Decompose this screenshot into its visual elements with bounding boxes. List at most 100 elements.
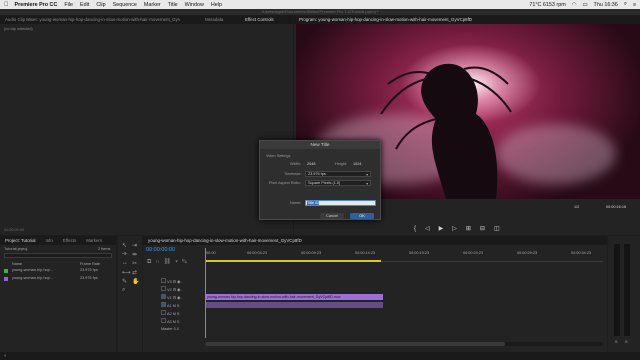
project-panel: Project: Tutorial Info Effects Markers T… [0,236,116,352]
sequence-color-label [4,277,8,281]
transport-controls[interactable]: {◁▶▷⊞⊟◫ [414,225,509,232]
tab-effects[interactable]: Effects [58,236,81,245]
work-area-bar[interactable] [205,260,381,262]
track-select-tool-icon[interactable]: ⇥ [132,242,140,249]
track-v1[interactable]: V1 ⊟ ◉ [161,294,180,300]
apple-icon[interactable]:  [4,2,9,8]
source-timecode: 00:00:00:00 [4,228,25,232]
solo-right-button[interactable]: S [625,340,628,344]
linked-selection-icon[interactable]: ⛓ [164,259,176,265]
step-forward-icon[interactable]: ▷ [452,226,466,232]
timeline-scrollbar[interactable] [205,342,603,346]
list-item-fps: 23.976 fps [80,268,98,272]
pen-tool-icon[interactable]: ✎ [122,278,130,285]
track-a2[interactable]: A2 M S [161,310,179,316]
clip-color-label [4,269,8,273]
track-a3[interactable]: A3 M S [161,318,179,324]
timeline-timecode[interactable]: 00:00:00:00 [146,247,175,253]
insert-icon[interactable]: ⊞ [466,226,480,232]
settings-icon[interactable]: ✎ [182,259,191,265]
overwrite-icon[interactable]: ⊟ [480,226,494,232]
playhead[interactable] [205,248,206,338]
meter-right [624,244,630,336]
status-bar: ◐ [0,352,640,360]
solo-left-button[interactable]: S [615,340,618,344]
rate-stretch-tool-icon[interactable]: ↔ [122,260,130,267]
audio-clip[interactable] [205,302,383,308]
no-clip-label: (no clip selected) [4,27,33,31]
program-resolution[interactable]: 1/2 [574,205,579,209]
height-label: Height: [335,162,348,166]
cancel-button[interactable]: Cancel [320,213,344,219]
battery-icon[interactable]: ▭ [582,2,587,8]
list-item[interactable]: young-woman-hip-hop... [12,268,53,272]
ripple-edit-tool-icon[interactable]: ⟛ [122,251,130,258]
column-name[interactable]: Name [12,262,22,266]
wifi-icon[interactable]: ◠ [572,2,577,8]
play-icon[interactable]: ▶ [439,226,453,232]
dialog-title: New Title [260,141,380,149]
column-frame-rate[interactable]: Frame Rate [80,262,100,266]
tab-effect-controls[interactable]: Effect Controls [240,15,279,24]
meter-left [614,244,620,336]
clock[interactable]: Thu 16:36 [594,2,618,8]
width-field[interactable]: 2048 [307,162,315,166]
app-menu[interactable]: Premiere Pro CC [15,2,58,8]
render-status-icon[interactable]: ◐ [4,353,7,359]
pixel-aspect-ratio-select[interactable]: Square Pixels (1.0) ▾ [305,180,371,186]
program-duration: 00:00:16:16 [606,205,627,209]
tab-project[interactable]: Project: Tutorial [0,236,41,245]
menu-help[interactable]: Help [211,2,222,8]
list-item-fps: 23.976 fps [80,276,98,280]
track-a1[interactable]: A1 M S [161,302,179,308]
tools-panel: ↖ ⇥ ⟛ ⇹ ↔ ✂ ⟷ ⇄ ✎ ✋ ⌕ [118,236,142,352]
project-search-input[interactable] [4,253,112,258]
menu-file[interactable]: File [64,2,73,8]
tab-metadata[interactable]: Metadata [200,15,228,24]
camera-icon[interactable]: ◫ [494,226,509,232]
master-track[interactable]: Master 0.0 [161,327,179,331]
menu-edit[interactable]: Edit [80,2,89,8]
tab-program[interactable]: Program: young-woman-hip-hop-dancing-in-… [294,15,477,24]
chevron-down-icon: ▾ [366,173,368,177]
height-field[interactable]: 1024 [353,162,361,166]
menu-sequence[interactable]: Sequence [113,2,137,8]
audio-meters: S S [608,236,640,352]
tab-audio-clip-mixer[interactable]: Audio Clip Mixer: young-woman-hip-hop-da… [0,15,180,24]
track-headers: V3 ⊟ ◉ V2 ⊟ ◉ V1 ⊟ ◉ A1 M S A2 M S A3 M … [161,277,201,331]
rolling-edit-tool-icon[interactable]: ⇹ [132,251,140,258]
item-count: 2 Items [98,247,111,251]
tab-info[interactable]: Info [41,236,58,245]
tab-markers[interactable]: Markers [81,236,107,245]
time-ruler[interactable]: :00:00 00:00:04:23 00:00:09:23 00:00:14:… [205,248,603,262]
search-icon[interactable]: ⌕ [624,1,627,8]
width-label: Width: [290,162,301,166]
hand-tool-icon[interactable]: ✋ [132,278,140,285]
new-title-dialog: New Title Video Settings Width: 2048 Hei… [259,140,381,220]
mark-in-icon[interactable]: { [414,226,425,232]
track-v3[interactable]: V3 ⊟ ◉ [161,278,180,284]
menu-clip[interactable]: Clip [96,2,105,8]
menu-window[interactable]: Window [185,2,204,8]
zoom-tool-icon[interactable]: ⌕ [122,287,130,294]
list-item[interactable]: young-woman-hip-hop... [12,276,53,280]
razor-tool-icon[interactable]: ✂ [132,260,140,267]
notifications-icon[interactable]: ≡ [633,2,636,8]
slide-tool-icon[interactable]: ⇄ [132,269,140,276]
menu-bar:  Premiere Pro CC File Edit Clip Sequenc… [0,0,640,9]
menu-marker[interactable]: Marker [144,2,161,8]
video-clip[interactable]: young-woman-hip-hop-dancing-in-slow-moti… [205,294,383,300]
step-back-icon[interactable]: ◁ [425,226,439,232]
timeline-panel: young-woman-hip-hop-dancing-in-slow-moti… [143,236,607,352]
ok-button[interactable]: OK [350,213,374,219]
tab-sequence[interactable]: young-woman-hip-hop-dancing-in-slow-moti… [143,236,307,245]
timeline-toolbar: ⧉∩⛓▾✎ [147,258,191,266]
name-input[interactable]: Title 02 [305,200,376,206]
menu-title[interactable]: Title [168,2,178,8]
timebase-label: Timebase: [284,172,302,176]
track-v2[interactable]: V2 ⊟ ◉ [161,286,180,292]
selection-tool-icon[interactable]: ↖ [122,242,130,249]
slip-tool-icon[interactable]: ⟷ [122,269,131,276]
snap-icon[interactable]: ∩ [155,259,163,265]
timebase-select[interactable]: 23.976 fps ▾ [305,171,371,177]
